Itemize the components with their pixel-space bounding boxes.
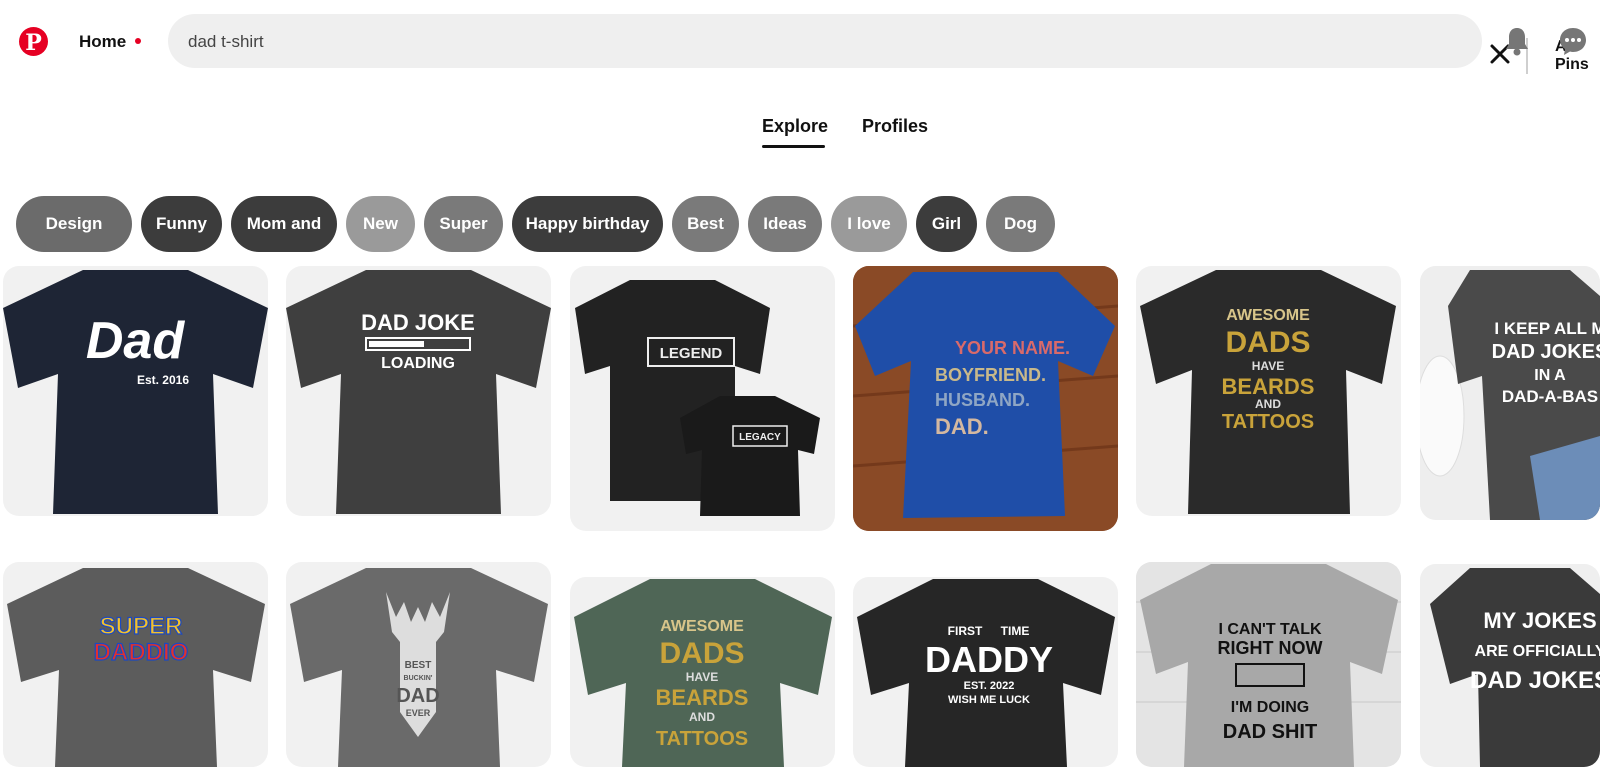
pin-card[interactable]: I KEEP ALL M DAD JOKES IN A DAD-A-BAS [1420,266,1600,520]
chip-i-love[interactable]: I love [831,196,907,252]
chip-funny[interactable]: Funny [141,196,222,252]
active-tab-underline [762,145,825,148]
pin-card[interactable]: MY JOKES ARE OFFICIALLY DAD JOKES [1420,564,1600,767]
pin-card[interactable]: I CAN'T TALK RIGHT NOW I'M DOING DAD SHI… [1136,562,1401,767]
shirt-print-text: BEARDS [1222,374,1315,399]
shirt-print-text: TATTOOS [656,728,748,750]
shirt-print-text: IN A [1534,367,1566,384]
filter-chips: Design Funny Mom and New Super Happy bir… [16,196,1055,252]
shirt-print-text: DADS [1225,326,1310,359]
shirt-print-text: LEGEND [660,345,723,362]
tshirt-image [3,270,268,514]
shirt-print-text: DAD JOKES [1470,667,1600,694]
shirt-print-text: EST. 2022 [964,680,1015,692]
shirt-print-text: TIME [1001,624,1030,638]
shirt-print-text: LEGACY [739,432,781,443]
shirt-print-text: SUPER [100,613,183,640]
shirt-print-text: RIGHT NOW [1218,638,1323,658]
home-link[interactable]: Home [79,32,126,52]
chip-super[interactable]: Super [424,196,503,252]
home-notification-dot [135,38,141,44]
tshirt-image [7,568,265,767]
shirt-print-text: AND [1255,397,1281,411]
pin-card[interactable]: AWESOME DADS HAVE BEARDS AND TATTOOS [1136,266,1401,516]
shirt-print-text: I KEEP ALL M [1494,319,1600,338]
pin-card[interactable]: SUPER DADDIO [3,562,268,767]
shirt-print-text: FIRST [948,624,983,638]
chip-happy-birthday[interactable]: Happy birthday [512,196,663,252]
shirt-print-text: ARE OFFICIALLY [1475,643,1600,660]
shirt-print-text: BEST [405,660,432,671]
shirt-print-text: BUCKIN' [404,675,433,682]
pin-card[interactable]: LEGEND LEGACY [570,266,835,531]
shirt-print-text: DAD JOKE [361,310,475,335]
shirt-print-text: DADDIO [94,639,189,666]
tshirt-image [286,270,551,514]
shirt-print-text: YOUR NAME. [955,338,1070,358]
search-input[interactable] [186,14,1270,70]
shirt-print-text: Est. 2016 [137,373,189,387]
pin-card[interactable]: FIRST TIME DADDY EST. 2022 WISH ME LUCK [853,577,1118,767]
messages-chat-icon[interactable] [1558,26,1588,56]
tab-explore[interactable]: Explore [762,116,828,137]
shirt-print-text: AND [689,710,715,724]
chip-design[interactable]: Design [16,196,132,252]
chip-dog[interactable]: Dog [986,196,1055,252]
shirt-print-text: WISH ME LUCK [948,694,1030,706]
shirt-print-text: DADS [659,637,744,670]
shirt-print-text: I'M DOING [1231,699,1309,716]
pin-card[interactable]: Dad Est. 2016 [3,266,268,516]
shirt-print-text: HAVE [686,670,718,684]
notifications-bell-icon[interactable] [1504,26,1530,56]
pinterest-logo-icon[interactable]: P [19,27,48,56]
shirt-print-text: DAD [396,685,439,707]
shirt-print-text: TATTOOS [1222,411,1314,433]
pin-card[interactable]: YOUR NAME. BOYFRIEND. HUSBAND. DAD. [853,266,1118,531]
shirt-print-text: EVER [406,708,431,718]
search-bar[interactable]: All Pins [168,14,1589,74]
shirt-print-text: I CAN'T TALK [1218,621,1321,638]
shirt-print-text: DAD JOKES [1492,341,1600,363]
shirt-print-text: Dad [86,312,185,370]
shirt-print-text: BOYFRIEND. [935,365,1046,385]
shirt-print-text: DAD SHIT [1223,721,1317,743]
shirt-print-text: BEARDS [656,685,749,710]
shirt-print-text: AWESOME [1226,307,1310,324]
pin-card[interactable]: BEST BUCKIN' DAD EVER [286,562,551,767]
pin-card[interactable]: AWESOME DADS HAVE BEARDS AND TATTOOS [570,577,835,767]
shirt-print-text: DADDY [925,639,1053,680]
chip-girl[interactable]: Girl [916,196,977,252]
top-header: P Home All Pins [0,0,1600,82]
pin-card[interactable]: DAD JOKE LOADING [286,266,551,516]
chip-best[interactable]: Best [672,196,739,252]
chip-new[interactable]: New [346,196,415,252]
shirt-print-text: HUSBAND. [935,390,1030,410]
chip-mom-and[interactable]: Mom and [231,196,337,252]
shirt-print-text: DAD. [935,414,989,439]
chip-ideas[interactable]: Ideas [748,196,822,252]
shirt-print-text: HAVE [1252,359,1284,373]
shirt-print-text: MY JOKES [1483,608,1596,633]
tab-profiles[interactable]: Profiles [862,116,928,137]
shirt-print-text: AWESOME [660,618,744,635]
shirt-print-text: LOADING [381,355,455,372]
shirt-print-text: DAD-A-BAS [1502,387,1598,406]
